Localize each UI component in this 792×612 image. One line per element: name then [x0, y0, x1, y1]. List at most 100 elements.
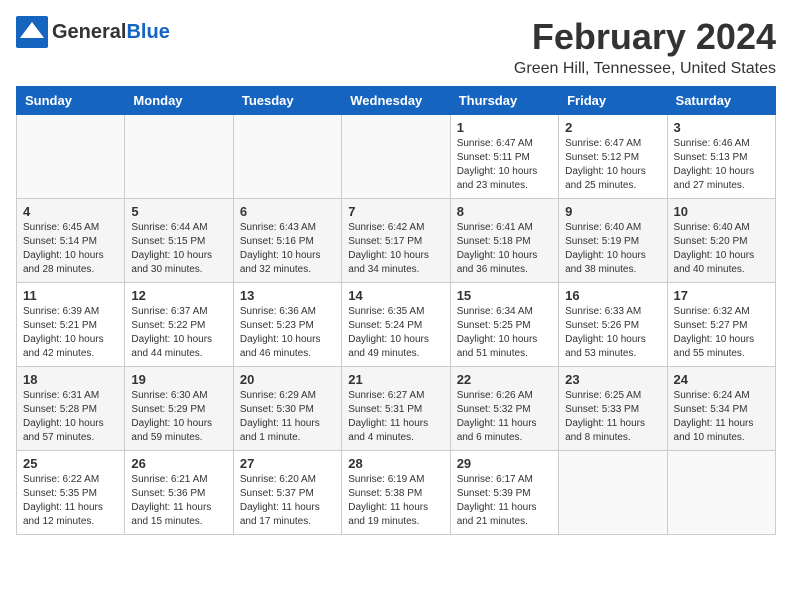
calendar-cell: 10 Sunrise: 6:40 AM Sunset: 5:20 PM Dayli…	[667, 199, 775, 283]
calendar-week-2: 4 Sunrise: 6:45 AM Sunset: 5:14 PM Daylig…	[17, 199, 776, 283]
day-info: Sunrise: 6:24 AM Sunset: 5:34 PM Dayligh…	[674, 389, 769, 445]
calendar-cell: 2 Sunrise: 6:47 AM Sunset: 5:12 PM Daylig…	[559, 115, 667, 199]
calendar-cell	[125, 115, 233, 199]
day-info: Sunrise: 6:35 AM Sunset: 5:24 PM Dayligh…	[348, 305, 443, 361]
day-number: 11	[23, 288, 118, 303]
weekday-header-wednesday: Wednesday	[342, 87, 450, 115]
weekday-header-tuesday: Tuesday	[233, 87, 341, 115]
logo-general: General	[52, 21, 126, 43]
day-info: Sunrise: 6:47 AM Sunset: 5:11 PM Dayligh…	[457, 137, 552, 193]
calendar-cell: 8 Sunrise: 6:41 AM Sunset: 5:18 PM Daylig…	[450, 199, 558, 283]
calendar-cell: 20 Sunrise: 6:29 AM Sunset: 5:30 PM Dayli…	[233, 367, 341, 451]
day-number: 9	[565, 204, 660, 219]
calendar-cell: 27 Sunrise: 6:20 AM Sunset: 5:37 PM Dayli…	[233, 451, 341, 535]
logo-icon	[16, 16, 48, 48]
calendar-week-1: 1 Sunrise: 6:47 AM Sunset: 5:11 PM Daylig…	[17, 115, 776, 199]
calendar-cell: 16 Sunrise: 6:33 AM Sunset: 5:26 PM Dayli…	[559, 283, 667, 367]
day-number: 12	[131, 288, 226, 303]
day-info: Sunrise: 6:46 AM Sunset: 5:13 PM Dayligh…	[674, 137, 769, 193]
day-info: Sunrise: 6:36 AM Sunset: 5:23 PM Dayligh…	[240, 305, 335, 361]
day-number: 5	[131, 204, 226, 219]
day-number: 19	[131, 372, 226, 387]
day-number: 26	[131, 456, 226, 471]
day-info: Sunrise: 6:29 AM Sunset: 5:30 PM Dayligh…	[240, 389, 335, 445]
calendar-cell: 15Sunrise: 6:34 AM Sunset: 5:25 PM Dayli…	[450, 283, 558, 367]
calendar-cell	[559, 451, 667, 535]
calendar-week-3: 11 Sunrise: 6:39 AM Sunset: 5:21 PM Dayli…	[17, 283, 776, 367]
day-info: Sunrise: 6:27 AM Sunset: 5:31 PM Dayligh…	[348, 389, 443, 445]
calendar-cell: 22 Sunrise: 6:26 AM Sunset: 5:32 PM Dayli…	[450, 367, 558, 451]
calendar-cell: 3 Sunrise: 6:46 AM Sunset: 5:13 PM Daylig…	[667, 115, 775, 199]
calendar-cell: 24 Sunrise: 6:24 AM Sunset: 5:34 PM Dayli…	[667, 367, 775, 451]
day-number: 3	[674, 120, 769, 135]
day-info: Sunrise: 6:41 AM Sunset: 5:18 PM Dayligh…	[457, 221, 552, 277]
calendar-cell: 4 Sunrise: 6:45 AM Sunset: 5:14 PM Daylig…	[17, 199, 125, 283]
day-info: Sunrise: 6:40 AM Sunset: 5:19 PM Dayligh…	[565, 221, 660, 277]
location-title: Green Hill, Tennessee, United States	[514, 60, 776, 78]
calendar-cell: 19 Sunrise: 6:30 AM Sunset: 5:29 PM Dayli…	[125, 367, 233, 451]
calendar-cell: 9 Sunrise: 6:40 AM Sunset: 5:19 PM Daylig…	[559, 199, 667, 283]
day-info: Sunrise: 6:22 AM Sunset: 5:35 PM Dayligh…	[23, 473, 118, 529]
day-number: 29	[457, 456, 552, 471]
day-info: Sunrise: 6:39 AM Sunset: 5:21 PM Dayligh…	[23, 305, 118, 361]
day-info: Sunrise: 6:43 AM Sunset: 5:16 PM Dayligh…	[240, 221, 335, 277]
day-number: 7	[348, 204, 443, 219]
day-number: 4	[23, 204, 118, 219]
day-number: 1	[457, 120, 552, 135]
day-number: 28	[348, 456, 443, 471]
calendar-cell: 28 Sunrise: 6:19 AM Sunset: 5:38 PM Dayli…	[342, 451, 450, 535]
calendar-cell: 23Sunrise: 6:25 AM Sunset: 5:33 PM Dayli…	[559, 367, 667, 451]
calendar-cell: 7 Sunrise: 6:42 AM Sunset: 5:17 PM Daylig…	[342, 199, 450, 283]
logo: GeneralBlue	[16, 16, 170, 48]
day-info: Sunrise: 6:44 AM Sunset: 5:15 PM Dayligh…	[131, 221, 226, 277]
day-number: 22	[457, 372, 552, 387]
calendar-cell: 18Sunrise: 6:31 AM Sunset: 5:28 PM Dayli…	[17, 367, 125, 451]
day-info: Sunrise: 6:19 AM Sunset: 5:38 PM Dayligh…	[348, 473, 443, 529]
calendar-week-5: 25Sunrise: 6:22 AM Sunset: 5:35 PM Dayli…	[17, 451, 776, 535]
day-number: 17	[674, 288, 769, 303]
calendar-week-4: 18Sunrise: 6:31 AM Sunset: 5:28 PM Dayli…	[17, 367, 776, 451]
day-number: 16	[565, 288, 660, 303]
day-number: 18	[23, 372, 118, 387]
calendar-cell: 25Sunrise: 6:22 AM Sunset: 5:35 PM Dayli…	[17, 451, 125, 535]
weekday-header-monday: Monday	[125, 87, 233, 115]
logo-blue: Blue	[126, 21, 169, 43]
day-info: Sunrise: 6:42 AM Sunset: 5:17 PM Dayligh…	[348, 221, 443, 277]
calendar-cell: 5 Sunrise: 6:44 AM Sunset: 5:15 PM Daylig…	[125, 199, 233, 283]
day-info: Sunrise: 6:33 AM Sunset: 5:26 PM Dayligh…	[565, 305, 660, 361]
calendar-cell: 6Sunrise: 6:43 AM Sunset: 5:16 PM Daylig…	[233, 199, 341, 283]
day-info: Sunrise: 6:47 AM Sunset: 5:12 PM Dayligh…	[565, 137, 660, 193]
title-section: February 2024 Green Hill, Tennessee, Uni…	[514, 16, 776, 78]
weekday-header-saturday: Saturday	[667, 87, 775, 115]
weekday-header-thursday: Thursday	[450, 87, 558, 115]
day-info: Sunrise: 6:37 AM Sunset: 5:22 PM Dayligh…	[131, 305, 226, 361]
calendar-cell: 13 Sunrise: 6:36 AM Sunset: 5:23 PM Dayli…	[233, 283, 341, 367]
calendar-cell	[17, 115, 125, 199]
day-info: Sunrise: 6:40 AM Sunset: 5:20 PM Dayligh…	[674, 221, 769, 277]
day-number: 8	[457, 204, 552, 219]
day-info: Sunrise: 6:30 AM Sunset: 5:29 PM Dayligh…	[131, 389, 226, 445]
weekday-header-row: SundayMondayTuesdayWednesdayThursdayFrid…	[17, 87, 776, 115]
calendar-cell	[233, 115, 341, 199]
day-info: Sunrise: 6:45 AM Sunset: 5:14 PM Dayligh…	[23, 221, 118, 277]
day-info: Sunrise: 6:32 AM Sunset: 5:27 PM Dayligh…	[674, 305, 769, 361]
day-number: 21	[348, 372, 443, 387]
day-info: Sunrise: 6:21 AM Sunset: 5:36 PM Dayligh…	[131, 473, 226, 529]
day-info: Sunrise: 6:20 AM Sunset: 5:37 PM Dayligh…	[240, 473, 335, 529]
day-number: 2	[565, 120, 660, 135]
calendar-cell: 17 Sunrise: 6:32 AM Sunset: 5:27 PM Dayli…	[667, 283, 775, 367]
calendar-cell: 29Sunrise: 6:17 AM Sunset: 5:39 PM Dayli…	[450, 451, 558, 535]
day-number: 13	[240, 288, 335, 303]
day-number: 14	[348, 288, 443, 303]
day-number: 27	[240, 456, 335, 471]
page-header: GeneralBlue February 2024 Green Hill, Te…	[16, 16, 776, 78]
month-title: February 2024	[514, 16, 776, 58]
day-number: 24	[674, 372, 769, 387]
calendar-cell	[342, 115, 450, 199]
day-number: 20	[240, 372, 335, 387]
day-number: 23	[565, 372, 660, 387]
weekday-header-sunday: Sunday	[17, 87, 125, 115]
day-number: 10	[674, 204, 769, 219]
day-info: Sunrise: 6:26 AM Sunset: 5:32 PM Dayligh…	[457, 389, 552, 445]
calendar-cell	[667, 451, 775, 535]
